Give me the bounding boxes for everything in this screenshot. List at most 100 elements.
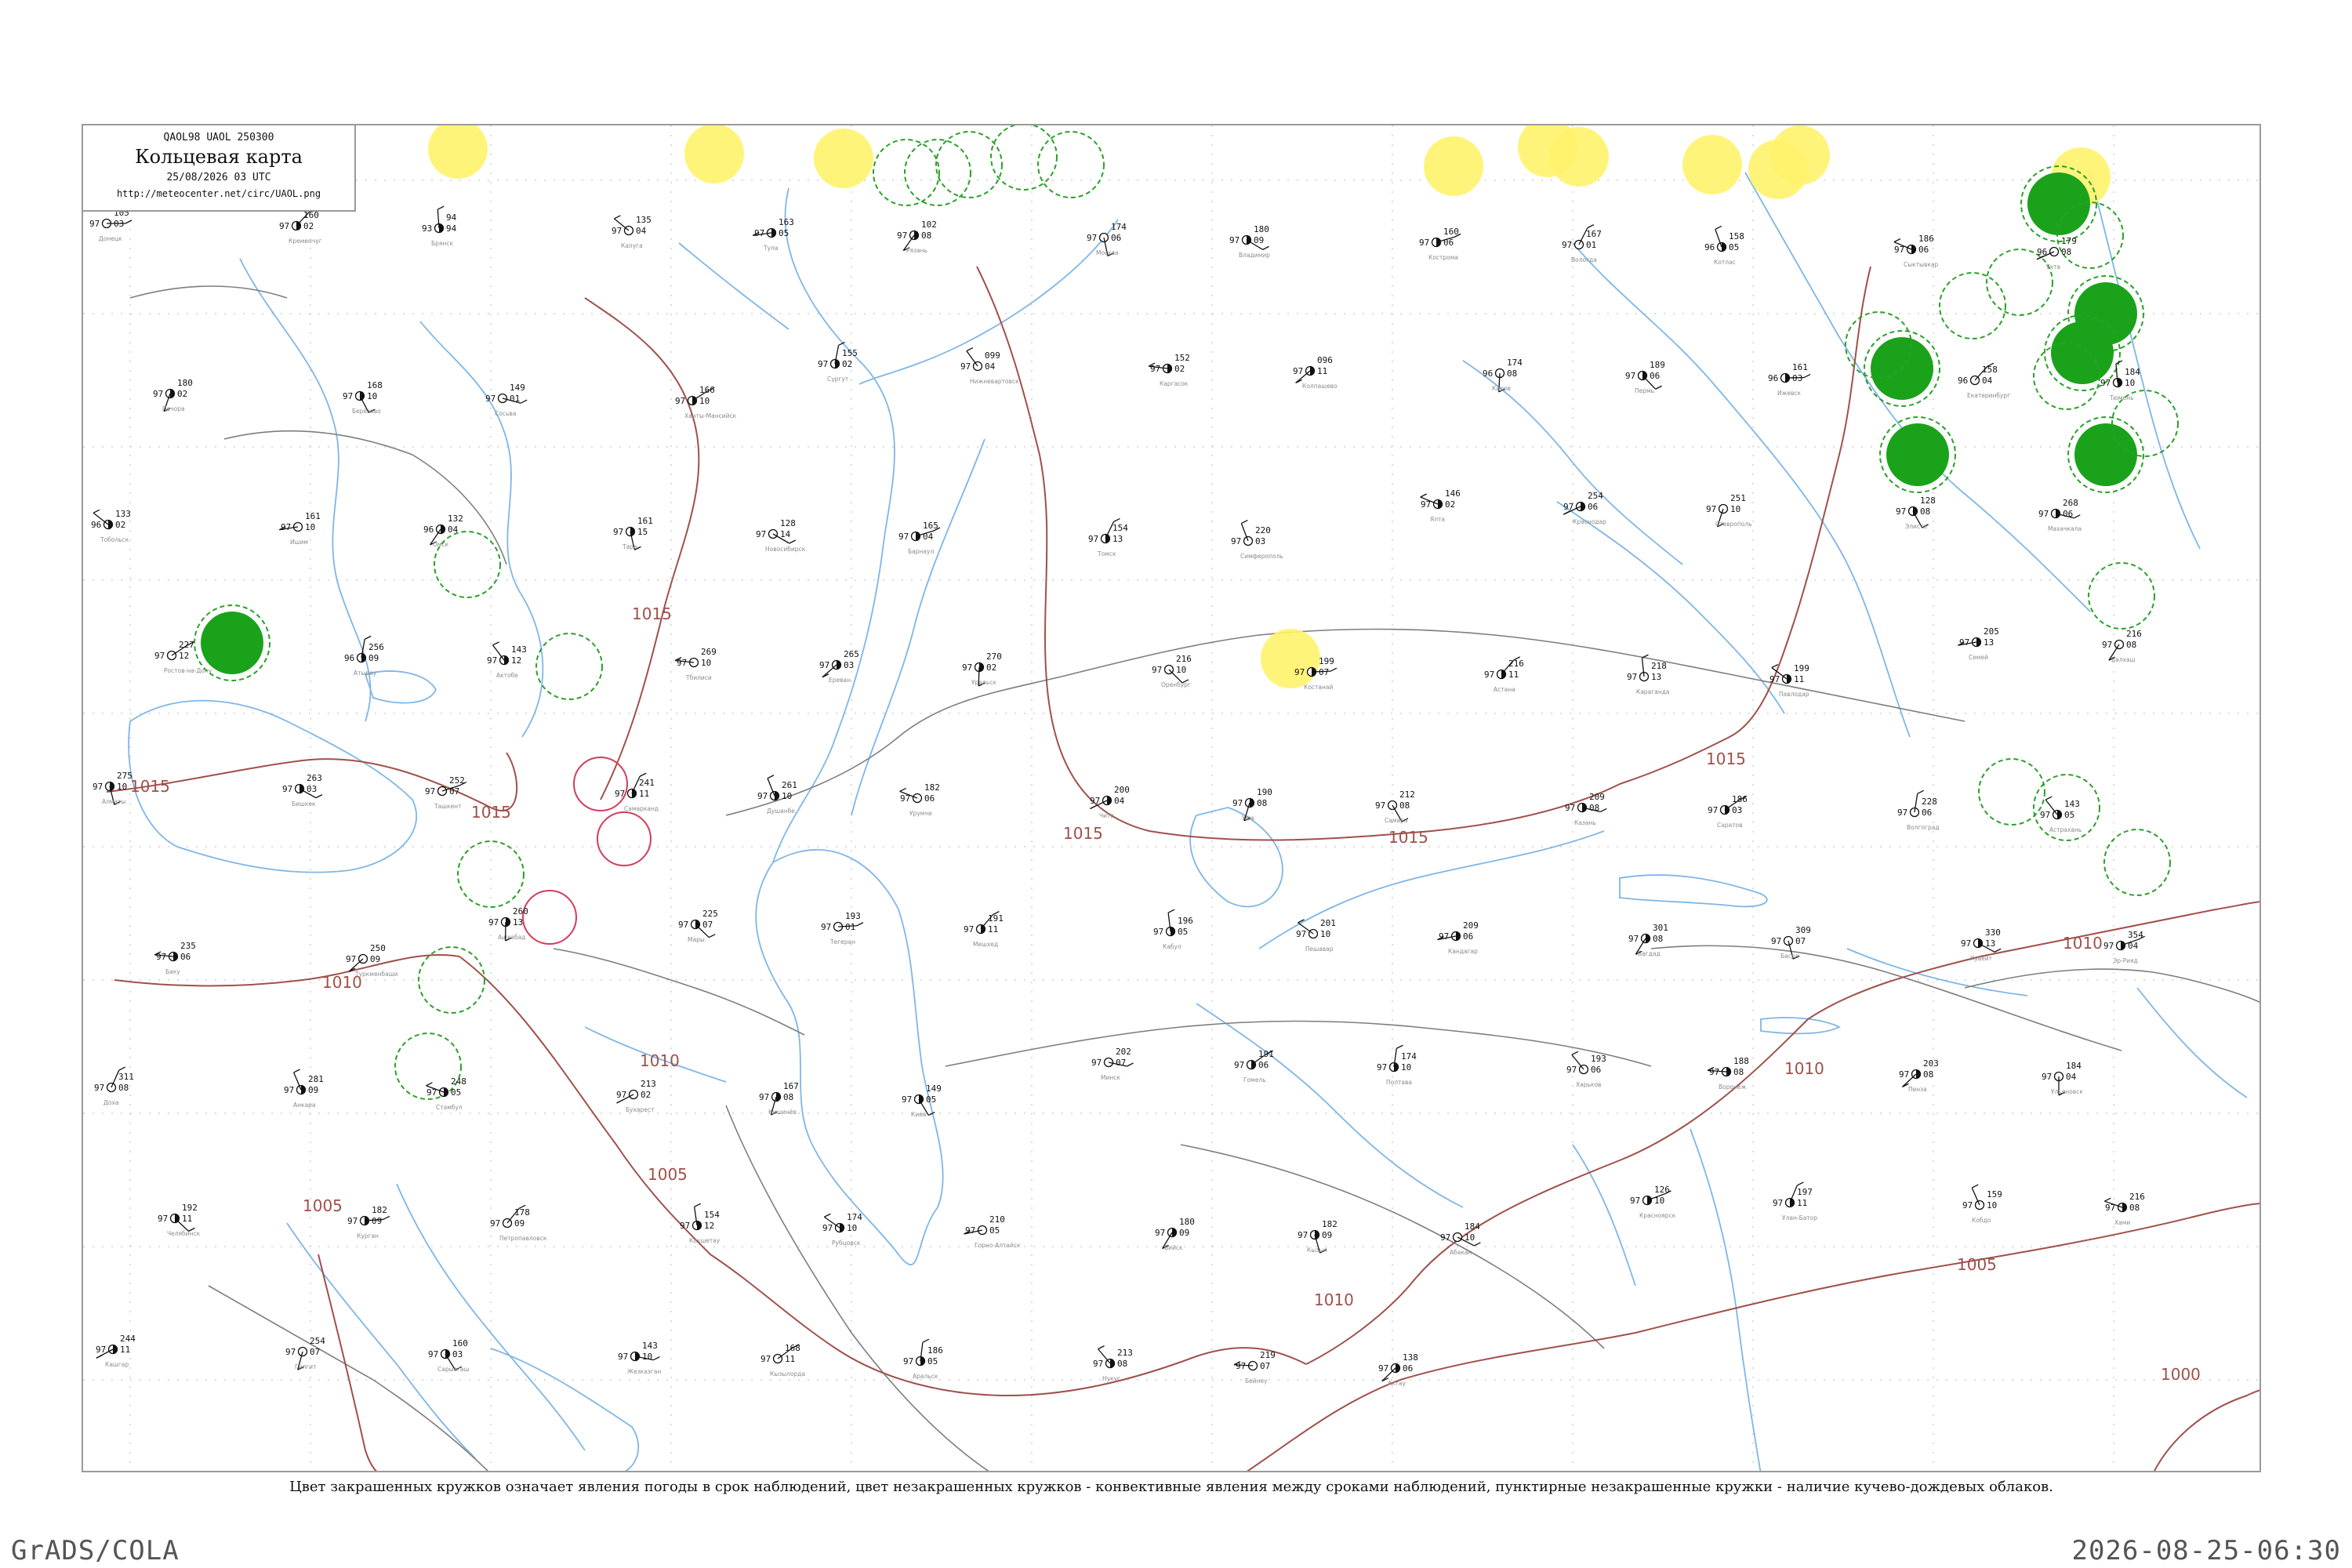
wind-barb-feather <box>1330 667 1338 672</box>
station-temperature: 97 <box>2040 810 2050 820</box>
station-name: Кандагар <box>1448 948 1478 955</box>
station-pressure: 252 <box>449 775 465 786</box>
station-temperature: 96 <box>344 653 354 663</box>
precipitation-marker <box>2051 321 2114 384</box>
station-temperature: 97 <box>347 1216 358 1226</box>
station-temperature: 97 <box>1899 1069 1909 1080</box>
station-tendency: 11 <box>639 789 649 799</box>
station-name: Екатеринбург <box>1967 392 2010 399</box>
station-plot: 209 97 06 Кандагар <box>1437 920 1479 955</box>
station-tendency: 10 <box>782 791 792 801</box>
station-pressure: 154 <box>704 1210 720 1220</box>
wind-barb-feather <box>492 641 499 646</box>
station-tendency: 06 <box>924 793 935 804</box>
station-plot: 132 96 04 Омск <box>423 514 463 548</box>
wind-barb-feather <box>125 220 132 224</box>
station-pressure: 160 <box>452 1338 468 1348</box>
wind-barb-feather <box>1600 808 1607 812</box>
station-tendency: 06 <box>1591 1065 1601 1075</box>
station-name: Омск <box>433 541 449 548</box>
station-plot: 128 97 14 Новосибирск <box>756 518 806 553</box>
station-temperature: 97 <box>1962 1200 1973 1210</box>
station-plot: 270 97 02 Уральск <box>962 652 1002 687</box>
station-pressure: 228 <box>1922 797 1937 807</box>
station-pressure: 168 <box>785 1343 800 1353</box>
station-pressure: 263 <box>307 773 322 783</box>
station-plot: 265 97 03 Ереван <box>819 649 859 684</box>
station-plot: 143 97 10 Жезказган <box>618 1341 661 1375</box>
station-temperature: 97 <box>1562 240 1572 250</box>
station-plot: 143 97 12 Актобе <box>487 641 527 679</box>
station-name: Ашхабад <box>498 934 525 941</box>
station-tendency: 08 <box>1257 798 1267 808</box>
station-tendency: 13 <box>1984 637 1994 648</box>
station-tendency: 05 <box>779 228 789 238</box>
station-name: Павлодар <box>1779 691 1809 698</box>
station-name: Ишим <box>290 539 308 546</box>
wind-barb-feather <box>1241 520 1248 524</box>
station-pressure: 158 <box>1729 231 1744 241</box>
station-pressure: 241 <box>639 778 655 788</box>
station-name: Кременчуг <box>289 238 322 245</box>
station-plot: 281 97 09 Анкара <box>284 1069 324 1109</box>
station-name: Барнаул <box>908 548 934 555</box>
station-name: Уфа <box>1242 815 1254 822</box>
station-temperature: 97 <box>897 230 907 241</box>
station-plot: 354 97 04 Эр-Рияд <box>2103 930 2145 964</box>
cumulonimbus-ring <box>873 139 940 206</box>
isobar-1010-b <box>459 956 1307 1397</box>
isobar-1000 <box>2154 1389 2259 1471</box>
fog-marker <box>814 129 873 188</box>
isobar-1005-a <box>318 1254 378 1471</box>
station-tendency: 10 <box>1730 504 1740 514</box>
station-tendency: 02 <box>177 389 187 399</box>
station-temperature: 97 <box>1153 927 1163 937</box>
station-name: Владимир <box>1239 252 1270 259</box>
station-tendency: 04 <box>1114 796 1125 806</box>
station-plot: 191 97 11 Мешхед <box>964 911 1004 948</box>
river-selenga <box>2136 987 2248 1098</box>
station-pressure: 261 <box>782 780 797 790</box>
station-plot: 159 97 10 Кобдо <box>1962 1184 2002 1224</box>
station-tendency: 09 <box>370 954 380 964</box>
station-name: Томск <box>1097 550 1116 557</box>
station-tendency: 03 <box>1732 805 1742 815</box>
station-name: Бишкек <box>292 800 316 808</box>
station-pressure: 220 <box>1255 525 1271 535</box>
fog-marker <box>684 125 744 183</box>
station-name: Кобдо <box>1972 1217 1991 1224</box>
station-name: Караганда <box>1636 688 1670 695</box>
wind-barb-feather <box>824 1213 831 1218</box>
station-tendency: 10 <box>305 522 315 532</box>
station-tendency: 10 <box>1320 929 1330 939</box>
station-temperature: 97 <box>675 396 685 406</box>
station-plot: 218 97 13 Караганда <box>1627 654 1670 695</box>
station-pressure: 309 <box>1795 925 1811 935</box>
station-tendency: 08 <box>1507 368 1517 379</box>
station-plot: 158 96 05 Котлас <box>1704 225 1744 266</box>
station-temperature: 97 <box>1236 1361 1246 1371</box>
station-plot: 256 96 09 Атырау <box>344 635 384 677</box>
station-tendency: 09 <box>1254 235 1264 245</box>
station-name: Полтава <box>1386 1079 1412 1086</box>
station-pressure: 158 <box>1982 365 1998 375</box>
wind-barb-feather <box>1893 238 1901 243</box>
station-plot: 128 97 08 Элиста <box>1896 495 1936 530</box>
station-tendency: 03 <box>844 660 854 670</box>
wind-barb-feather <box>616 1099 623 1104</box>
station-pressure: 199 <box>1794 663 1809 673</box>
station-name: Бухарест <box>626 1106 655 1113</box>
station-tendency: 15 <box>637 527 648 537</box>
station-tendency: 07 <box>1260 1361 1270 1371</box>
station-pressure: 184 <box>2066 1061 2082 1071</box>
station-pressure: 174 <box>1111 222 1127 232</box>
station-name: Сосьва <box>495 410 516 417</box>
station-pressure: 209 <box>1463 920 1479 931</box>
station-temperature: 97 <box>1377 1062 1387 1073</box>
station-name: Ростов-на-Дону <box>164 667 212 674</box>
station-tendency: 08 <box>2126 640 2136 650</box>
station-tendency: 02 <box>1445 499 1455 510</box>
station-tendency: 11 <box>182 1214 192 1224</box>
station-temperature: 97 <box>754 228 764 238</box>
station-tendency: 02 <box>986 662 996 673</box>
